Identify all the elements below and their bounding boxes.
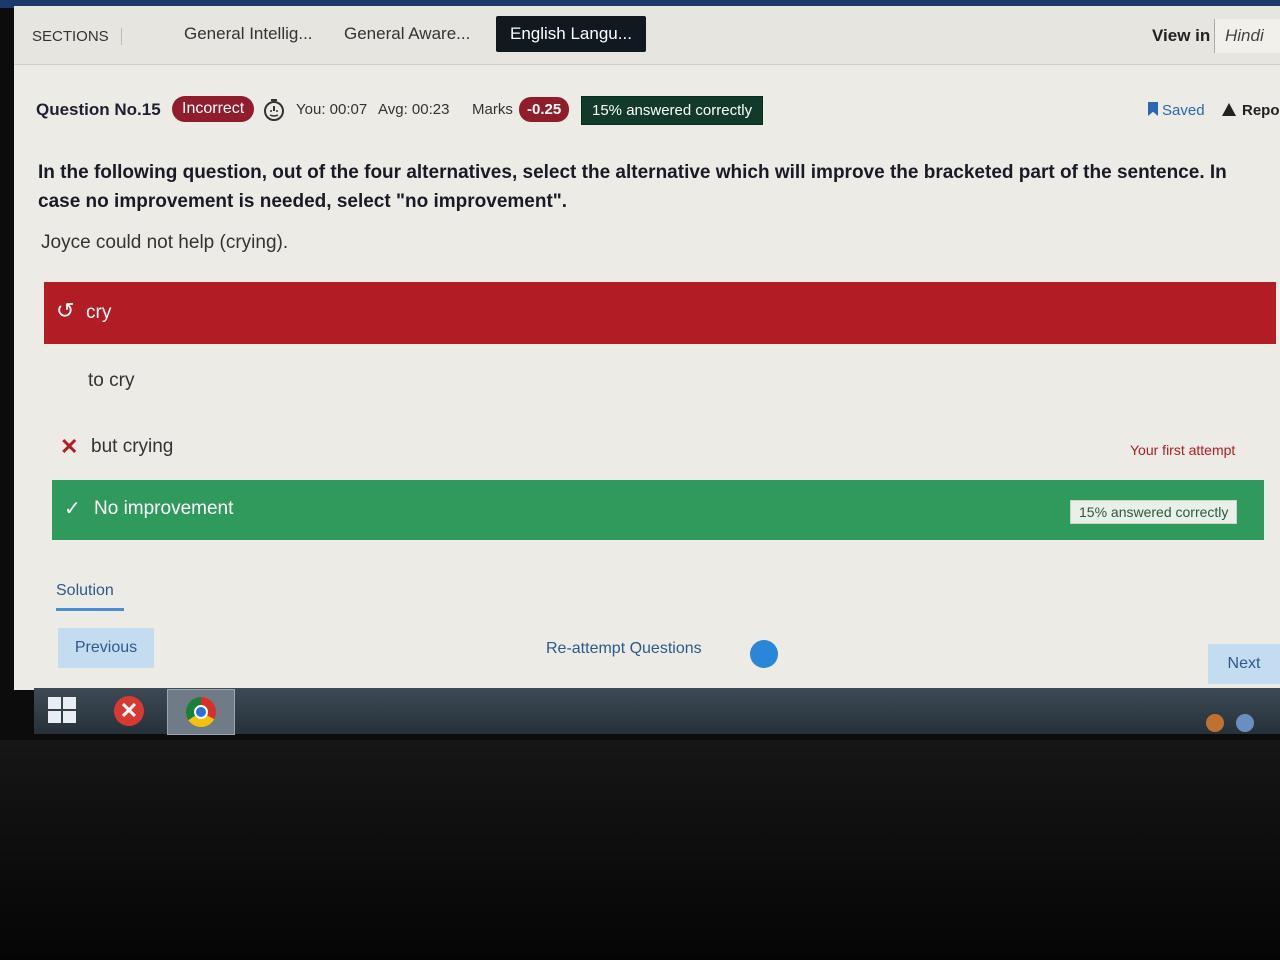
close-app-icon[interactable]: ✕ [114,696,144,726]
question-sentence: Joyce could not help (crying). [41,232,289,253]
previous-button[interactable]: Previous [58,628,154,668]
check-icon: ✓ [64,498,81,520]
warning-icon [1222,103,1236,116]
retry-icon: ↺ [56,298,75,323]
laptop-body [0,740,1280,960]
reattempt-questions-link[interactable]: Re-attempt Questions [546,640,702,658]
cross-icon: ✕ [60,434,79,459]
option-no-improvement[interactable]: ✓ No improvement 15% answered correctly [52,480,1264,540]
option-cry[interactable]: ↺ cry [44,282,1276,344]
average-time: Avg: 00:23 [378,101,450,118]
browser-viewport: SECTIONS General Intellig... General Awa… [14,6,1280,690]
question-number: Question No.15 [36,100,161,119]
tab-general-awareness[interactable]: General Aware... [334,16,480,52]
answered-correctly-badge: 15% answered correctly [581,96,764,125]
marks-label: Marks [472,101,513,118]
report-button[interactable]: Repo [1222,102,1280,119]
tray-app-icon[interactable] [1206,714,1224,732]
view-in-label: View in [1152,26,1211,45]
next-button[interactable]: Next [1208,644,1280,684]
option-but-crying[interactable]: ✕ but crying Your first attempt [44,416,1276,478]
windows-start-icon[interactable] [48,697,78,725]
chrome-taskbar-button[interactable] [167,689,235,735]
tab-solution[interactable]: Solution [56,582,124,611]
section-tab-bar: SECTIONS General Intellig... General Awa… [14,6,1280,65]
your-time: You: 00:07 [296,101,368,118]
sections-label: SECTIONS [32,28,122,45]
chat-bubble-icon[interactable] [750,640,778,668]
saved-button[interactable]: Saved [1148,102,1205,119]
option-to-cry[interactable]: to cry [44,350,1276,410]
saved-label: Saved [1162,102,1205,119]
option-stat-badge: 15% answered correctly [1070,500,1238,524]
question-instruction: In the following question, out of the fo… [38,162,1227,212]
chrome-icon [186,697,216,727]
question-meta-bar: Question No.15 Incorrect You: 00:07 Avg:… [14,94,1280,130]
first-attempt-note: Your first attempt [1130,442,1236,458]
language-hindi-button[interactable]: Hindi [1214,19,1280,53]
stopwatch-icon [264,99,284,121]
option-label: No improvement [94,498,234,519]
tray-network-icon[interactable] [1236,714,1254,732]
tab-english-language[interactable]: English Langu... [496,16,646,52]
marks-badge: -0.25 [519,97,570,122]
status-badge: Incorrect [172,96,255,122]
tab-general-intelligence[interactable]: General Intellig... [174,16,323,52]
option-label: to cry [88,370,135,391]
bookmark-icon [1148,102,1158,116]
option-label: cry [86,302,112,323]
windows-taskbar: ✕ [34,688,1280,735]
option-label: but crying [91,436,174,457]
report-label: Repo [1242,102,1280,119]
